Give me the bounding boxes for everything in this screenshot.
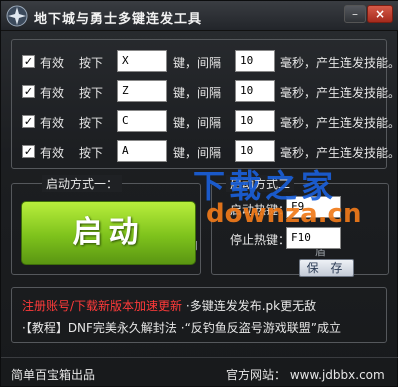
enable-label-3: 有效 bbox=[40, 116, 65, 130]
key-row-1: ✓ 有效 按下 X 键，间隔 10 毫秒，产生连发技能。 bbox=[22, 50, 398, 74]
ms-input-1[interactable]: 10 bbox=[235, 50, 275, 72]
key-settings-panel: ✓ 有效 按下 X 键，间隔 10 毫秒，产生连发技能。 ✓ 有效 按下 Z 键… bbox=[11, 39, 398, 169]
interval-label-4: 键，间隔 bbox=[173, 146, 222, 160]
enable-checkbox-1[interactable]: ✓ bbox=[22, 55, 35, 68]
enable-checkbox-3[interactable]: ✓ bbox=[22, 115, 35, 128]
notice-line-2[interactable]: ·【教程】DNF完美永久解封法 ·“反钓鱼反盗号游戏联盟”成立 bbox=[22, 319, 341, 336]
start-hotkey-label: 启动热键： bbox=[230, 203, 291, 217]
footer-website[interactable]: 官方网站： www.jdbbx.com bbox=[226, 366, 385, 383]
minimize-button[interactable]: – bbox=[344, 5, 366, 23]
notice-link-1[interactable]: ·多键连发发布.pk更无敌 bbox=[186, 299, 316, 313]
enable-checkbox-4[interactable]: ✓ bbox=[22, 145, 35, 158]
key-input-2[interactable]: Z bbox=[117, 80, 167, 102]
save-button[interactable]: 保 存 bbox=[299, 259, 354, 277]
key-input-4[interactable]: A bbox=[117, 140, 167, 162]
suffix-label-2: 毫秒，产生连发技能。 bbox=[280, 86, 398, 100]
interval-label-2: 键，间隔 bbox=[173, 86, 222, 100]
enable-label-4: 有效 bbox=[40, 146, 65, 160]
press-label-3: 按下 bbox=[79, 116, 104, 130]
enable-label-1: 有效 bbox=[40, 56, 65, 70]
press-label-4: 按下 bbox=[79, 146, 104, 160]
footer: 简单百宝箱出品 官方网站： www.jdbbx.com bbox=[1, 357, 398, 387]
suffix-label-4: 毫秒，产生连发技能。 bbox=[280, 146, 398, 160]
key-row-4: ✓ 有效 按下 A 键，间隔 10 毫秒，产生连发技能。 bbox=[22, 140, 398, 164]
ms-input-4[interactable]: 10 bbox=[235, 140, 275, 162]
footer-credit: 简单百宝箱出品 bbox=[11, 368, 96, 382]
ms-input-3[interactable]: 10 bbox=[235, 110, 275, 132]
app-logo-icon bbox=[6, 5, 28, 27]
interval-label-1: 键，间隔 bbox=[173, 56, 222, 70]
notice-red-link[interactable]: 注册账号/下载新版本加速更新 bbox=[22, 299, 182, 313]
start-mode-legend: 启动方式一： bbox=[42, 175, 123, 192]
press-label-1: 按下 bbox=[79, 56, 104, 70]
stop-hotkey-input[interactable]: F10 bbox=[286, 227, 341, 249]
enable-label-2: 有效 bbox=[40, 86, 65, 100]
interval-label-3: 键，间隔 bbox=[173, 116, 222, 130]
suffix-label-1: 毫秒，产生连发技能。 bbox=[280, 56, 398, 70]
start-button[interactable]: 启动 bbox=[21, 201, 196, 265]
key-row-2: ✓ 有效 按下 Z 键，间隔 10 毫秒，产生连发技能。 bbox=[22, 80, 398, 104]
key-input-1[interactable]: X bbox=[117, 50, 167, 72]
suffix-label-3: 毫秒，产生连发技能。 bbox=[280, 116, 398, 130]
notice-line-1: 注册账号/下载新版本加速更新 ·多键连发发布.pk更无敌 bbox=[22, 297, 316, 314]
start-hotkey-input[interactable]: F9 bbox=[286, 196, 341, 218]
app-window: 地下城与勇士多键连发工具 – × ✓ 有效 按下 X 键，间隔 10 毫秒，产生… bbox=[0, 0, 398, 387]
window-title: 地下城与勇士多键连发工具 bbox=[34, 12, 203, 27]
ms-input-2[interactable]: 10 bbox=[235, 80, 275, 102]
hotkey-legend: 启动方式二 bbox=[226, 175, 295, 192]
close-button[interactable]: × bbox=[367, 5, 393, 23]
stop-hotkey-label: 停止热键： bbox=[230, 233, 291, 247]
notice-panel: 注册账号/下载新版本加速更新 ·多键连发发布.pk更无敌 ·【教程】DNF完美永… bbox=[11, 287, 387, 343]
key-row-3: ✓ 有效 按下 C 键，间隔 10 毫秒，产生连发技能。 bbox=[22, 110, 398, 134]
key-input-3[interactable]: C bbox=[117, 110, 167, 132]
press-label-2: 按下 bbox=[79, 86, 104, 100]
enable-checkbox-2[interactable]: ✓ bbox=[22, 85, 35, 98]
title-bar: 地下城与勇士多键连发工具 – × bbox=[1, 1, 398, 31]
